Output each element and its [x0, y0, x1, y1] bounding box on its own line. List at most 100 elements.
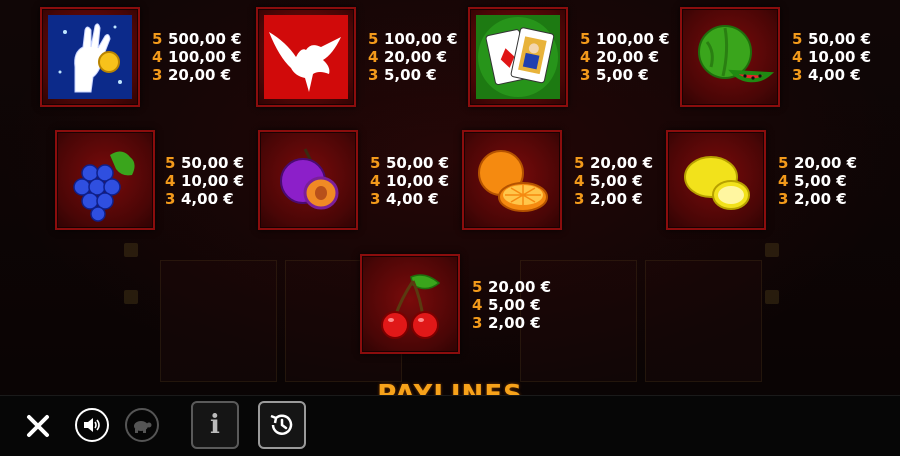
magic-hand-icon	[48, 15, 132, 99]
payout-amount: 50,00 €	[181, 154, 245, 172]
match-count: 3	[792, 66, 803, 84]
background-stud	[124, 243, 138, 257]
background-stud	[765, 243, 779, 257]
pay-row: 5 100,00 €	[368, 30, 458, 48]
payout-amount: 5,00 €	[488, 296, 541, 314]
symbol-tile-cards	[468, 7, 568, 107]
payout-amount: 100,00 €	[384, 30, 458, 48]
payout-amount: 5,00 €	[384, 66, 437, 84]
payout-amount: 4,00 €	[181, 190, 234, 208]
payout-amount: 20,00 €	[794, 154, 858, 172]
paytable-lemon: 5 20,00 € 4 5,00 € 3 2,00 €	[778, 154, 857, 208]
pay-row: 3 5,00 €	[580, 66, 670, 84]
paytable-magic-hand: 5 500,00 € 4 100,00 € 3 20,00 €	[152, 30, 242, 84]
symbol-tile-grapes	[55, 130, 155, 230]
pay-row: 4 5,00 €	[574, 172, 653, 190]
payout-amount: 2,00 €	[488, 314, 541, 332]
grapes-icon	[73, 151, 135, 222]
match-count: 3	[580, 66, 591, 84]
symbol-tile-watermelon	[680, 7, 780, 107]
pay-row: 3 5,00 €	[368, 66, 458, 84]
match-count: 4	[370, 172, 381, 190]
turbo-toggle-button[interactable]	[125, 408, 159, 442]
pay-row: 4 20,00 €	[368, 48, 458, 66]
paytable-grapes: 5 50,00 € 4 10,00 € 3 4,00 €	[165, 154, 244, 208]
pay-row: 4 100,00 €	[152, 48, 242, 66]
match-count: 3	[472, 314, 483, 332]
match-count: 3	[152, 66, 163, 84]
match-count: 4	[574, 172, 585, 190]
match-count: 4	[792, 48, 803, 66]
pay-row: 4 10,00 €	[165, 172, 244, 190]
payout-amount: 2,00 €	[794, 190, 847, 208]
pay-row: 5 50,00 €	[792, 30, 871, 48]
match-count: 4	[778, 172, 789, 190]
payout-amount: 100,00 €	[168, 48, 242, 66]
pay-row: 3 2,00 €	[778, 190, 857, 208]
match-count: 5	[370, 154, 381, 172]
background-reel	[160, 260, 277, 382]
match-count: 3	[368, 66, 379, 84]
payout-amount: 5,00 €	[590, 172, 643, 190]
turtle-icon	[134, 421, 152, 433]
pay-row: 5 20,00 €	[472, 278, 551, 296]
cherries-icon	[381, 274, 441, 339]
payout-amount: 20,00 €	[596, 48, 660, 66]
sound-toggle-button[interactable]	[75, 408, 109, 442]
symbol-tile-plum	[258, 130, 358, 230]
pay-row: 4 10,00 €	[370, 172, 449, 190]
match-count: 4	[368, 48, 379, 66]
payout-amount: 5,00 €	[794, 172, 847, 190]
match-count: 5	[792, 30, 803, 48]
close-icon	[27, 415, 49, 437]
pay-row: 3 2,00 €	[574, 190, 653, 208]
match-count: 4	[580, 48, 591, 66]
match-count: 3	[574, 190, 585, 208]
payout-amount: 10,00 €	[808, 48, 872, 66]
payout-amount: 20,00 €	[168, 66, 232, 84]
match-count: 5	[152, 30, 163, 48]
watermelon-icon	[698, 25, 775, 83]
pay-row: 4 5,00 €	[472, 296, 551, 314]
pay-row: 4 10,00 €	[792, 48, 871, 66]
match-count: 5	[368, 30, 379, 48]
match-count: 3	[370, 190, 381, 208]
pay-row: 3 4,00 €	[165, 190, 244, 208]
speaker-icon	[84, 418, 100, 432]
pay-row: 5 20,00 €	[778, 154, 857, 172]
close-button[interactable]	[20, 408, 56, 444]
symbol-tile-orange	[462, 130, 562, 230]
payout-amount: 20,00 €	[384, 48, 448, 66]
paytable-orange: 5 20,00 € 4 5,00 € 3 2,00 €	[574, 154, 653, 208]
payout-amount: 20,00 €	[488, 278, 552, 296]
payout-amount: 4,00 €	[386, 190, 439, 208]
payout-amount: 10,00 €	[386, 172, 450, 190]
background-stud	[765, 290, 779, 304]
pay-row: 5 50,00 €	[370, 154, 449, 172]
match-count: 4	[165, 172, 176, 190]
pay-row: 3 2,00 €	[472, 314, 551, 332]
match-count: 4	[472, 296, 483, 314]
orange-icon	[478, 150, 548, 212]
match-count: 5	[165, 154, 176, 172]
pay-row: 3 4,00 €	[370, 190, 449, 208]
payout-amount: 50,00 €	[808, 30, 872, 48]
payout-amount: 10,00 €	[181, 172, 245, 190]
match-count: 4	[152, 48, 163, 66]
symbol-tile-cherries	[360, 254, 460, 354]
bottom-toolbar: i	[0, 395, 900, 456]
info-button[interactable]: i	[191, 401, 239, 449]
symbol-tile-magic-hand	[40, 7, 140, 107]
paytable-plum: 5 50,00 € 4 10,00 € 3 4,00 €	[370, 154, 449, 208]
payout-amount: 2,00 €	[590, 190, 643, 208]
payout-amount: 20,00 €	[590, 154, 654, 172]
match-count: 5	[778, 154, 789, 172]
dove-icon	[264, 15, 348, 99]
match-count: 5	[574, 154, 585, 172]
match-count: 5	[472, 278, 483, 296]
match-count: 3	[165, 190, 176, 208]
background-reel	[645, 260, 762, 382]
match-count: 5	[580, 30, 591, 48]
pay-row: 5 100,00 €	[580, 30, 670, 48]
history-button[interactable]	[258, 401, 306, 449]
